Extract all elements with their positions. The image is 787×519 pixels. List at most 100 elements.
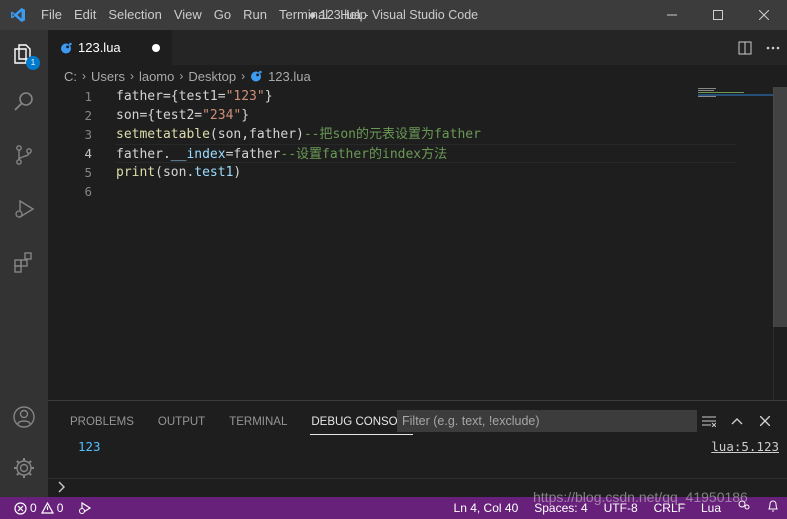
status-bar: 0 0 Ln 4, Col 40 Spaces: 4 UTF-8 CRLF Lu… [0,497,787,519]
clear-console-icon [702,416,716,427]
breadcrumb-item[interactable]: Desktop [188,69,236,84]
breadcrumb-item[interactable]: Users [91,69,125,84]
bell-icon [768,500,778,512]
search-button[interactable] [0,78,48,126]
code-line[interactable]: father.__index=father--设置father的index方法 [116,144,736,163]
language-mode[interactable]: Lua [693,497,729,519]
menu-run[interactable]: Run [237,0,273,30]
scrollbar-thumb[interactable] [773,87,787,327]
code-area[interactable]: father={test1="123"} son={test2="234"} set… [116,87,736,201]
vscode-logo-icon [0,0,35,30]
run-debug-icon [15,199,35,219]
extensions-button[interactable] [0,238,48,286]
code-line[interactable]: print(son.test1) [116,163,736,182]
code-token: father={test1= [116,89,226,104]
code-token: son={test2= [116,108,203,123]
code-line[interactable]: son={test2="234"} [116,106,736,125]
code-editor[interactable]: 123456 father={test1="123"} son={test2="2… [48,87,787,400]
tab-terminal[interactable]: TERMINAL [217,401,299,441]
minimap[interactable] [698,87,774,400]
code-line[interactable]: setmetatable(son,father)--把son的元表设置为fath… [116,125,736,144]
chevron-right-icon: › [179,69,184,83]
notifications-button[interactable] [759,497,787,519]
console-output-source-link[interactable]: lua:5.123 [711,439,779,454]
menu-selection[interactable]: Selection [102,0,167,30]
breadcrumb-item[interactable]: C: [64,69,77,84]
panel-actions [695,410,779,432]
manage-button[interactable] [0,444,48,492]
bottom-panel: PROBLEMS OUTPUT TERMINAL DEBUG CONSOLE F… [48,400,787,497]
menu-help[interactable]: Help [334,0,373,30]
status-problems[interactable]: 0 0 [0,501,93,515]
end-of-line[interactable]: CRLF [646,497,693,519]
source-control-button[interactable] [0,131,48,179]
ellipsis-icon [766,46,780,49]
editor-tabs: 123.lua [48,30,787,65]
error-icon [14,501,27,515]
close-icon [759,10,769,20]
menu-edit[interactable]: Edit [68,0,102,30]
error-count: 0 [30,501,37,515]
editor-scrollbar[interactable] [773,87,787,400]
explorer-badge: 1 [26,56,40,70]
console-filter-input[interactable]: Filter (e.g. text, !exclude) [397,410,697,432]
accounts-button[interactable] [0,393,48,441]
line-number-gutter: 1 2 3 4 5 6 [48,87,92,201]
close-window-button[interactable] [741,0,787,30]
unsaved-dot-icon[interactable] [152,44,160,52]
more-actions-button[interactable] [759,46,787,50]
console-output-value: 123 [78,439,101,454]
code-token: } [241,108,250,123]
close-icon [760,416,770,426]
code-token: test1 [194,165,234,180]
explorer-button[interactable]: 1 [0,30,48,78]
code-token: --把son的元表设置为father [303,127,481,142]
menu-go[interactable]: Go [208,0,237,30]
maximize-button[interactable] [695,0,741,30]
debug-console-input[interactable] [48,478,787,498]
settings-gear-icon [14,458,34,478]
code-line[interactable]: father={test1="123"} [116,87,736,106]
chevron-right-icon: › [82,69,86,83]
line-number: 1 [84,89,92,104]
maximize-panel-button[interactable] [723,410,751,432]
code-token: (son. [155,165,195,180]
debug-launch-icon[interactable] [77,501,93,515]
search-icon [14,92,33,111]
cursor-position[interactable]: Ln 4, Col 40 [446,497,527,519]
breadcrumb-item[interactable]: laomo [139,69,174,84]
run-debug-button[interactable] [0,185,48,233]
indentation[interactable]: Spaces: 4 [526,497,595,519]
menu-view[interactable]: View [168,0,208,30]
tab-123-lua[interactable]: 123.lua [48,30,172,65]
code-line[interactable] [116,182,736,201]
breadcrumb-item[interactable]: 123.lua [268,69,311,84]
editor-actions [731,30,787,65]
line-number: 6 [84,184,92,199]
minimize-icon [667,14,677,16]
feedback-button[interactable] [729,497,759,519]
code-token: "234" [202,108,242,123]
menu-terminal[interactable]: Terminal [273,0,334,30]
chevron-right-icon: › [241,69,246,83]
warning-count: 0 [56,501,64,515]
code-token: "123" [225,89,265,104]
close-panel-button[interactable] [751,410,779,432]
tab-problems[interactable]: PROBLEMS [58,401,146,441]
line-number: 3 [84,127,92,142]
lua-file-icon [61,42,72,53]
encoding[interactable]: UTF-8 [596,497,646,519]
maximize-icon [713,10,723,20]
account-icon [13,406,35,428]
panel-tabs: PROBLEMS OUTPUT TERMINAL DEBUG CONSOLE [58,401,424,441]
source-control-icon [16,145,32,165]
tab-label: 123.lua [78,40,121,55]
split-editor-button[interactable] [731,41,759,55]
minimize-button[interactable] [649,0,695,30]
clear-console-button[interactable] [695,410,723,432]
menu-file[interactable]: File [35,0,68,30]
lua-file-icon [251,70,262,82]
tab-output[interactable]: OUTPUT [146,401,217,441]
code-token: (son,father) [209,127,304,142]
code-token: --设置father的index方法 [280,147,448,162]
